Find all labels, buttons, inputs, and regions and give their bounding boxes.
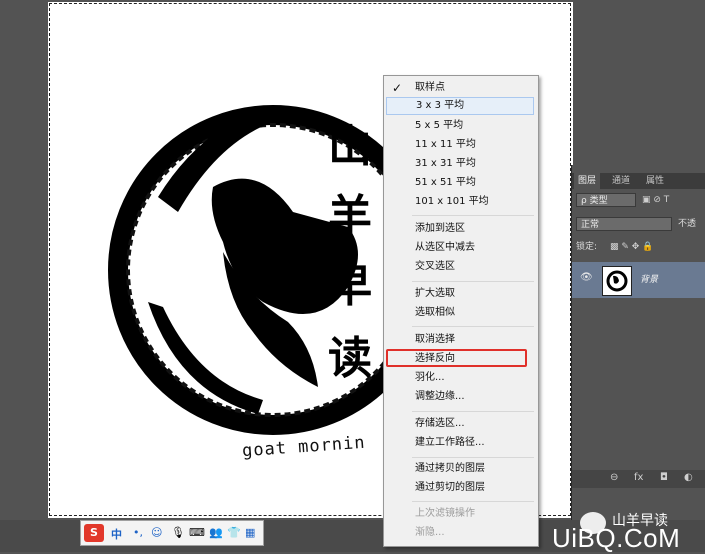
menu-item-refine-edge[interactable]: 调整边缘...: [386, 388, 534, 406]
menu-separator: [412, 457, 534, 458]
menu-separator: [412, 326, 534, 327]
ime-mode-cn[interactable]: 中: [111, 526, 122, 542]
blend-mode-select[interactable]: 正常: [576, 217, 672, 231]
lock-label: 锁定:: [576, 242, 598, 252]
punctuation-icon[interactable]: •,: [133, 526, 143, 539]
menu-item-3x3[interactable]: 3 x 3 平均: [386, 97, 534, 115]
panel-footer: ⊖ fx ◘ ◐: [572, 470, 705, 488]
menu-item-subtract-from-selection[interactable]: 从选区中减去: [386, 239, 534, 257]
menu-item-layer-via-copy[interactable]: 通过拷贝的图层: [386, 460, 534, 478]
menu-separator: [412, 411, 534, 412]
sogou-logo-icon[interactable]: S: [84, 524, 104, 542]
menu-separator: [412, 281, 534, 282]
keyboard-icon[interactable]: ⌨: [189, 526, 205, 539]
menu-item-intersect-selection[interactable]: 交叉选区: [386, 258, 534, 276]
fx-icon[interactable]: fx: [634, 472, 643, 483]
toolbox-icon[interactable]: ▦: [245, 526, 255, 539]
menu-item-last-filter: 上次滤镜操作: [415, 508, 475, 519]
tab-layers[interactable]: 图层: [574, 173, 601, 189]
menu-item-deselect[interactable]: 取消选择: [386, 331, 534, 349]
opacity-label: 不透: [678, 219, 697, 229]
mask-icon[interactable]: ◘: [660, 472, 668, 483]
menu-separator: [412, 215, 534, 216]
menu-item-save-selection[interactable]: 存储选区...: [386, 415, 534, 433]
users-icon[interactable]: 👥: [209, 526, 223, 539]
context-menu: ✓ 取样点 3 x 3 平均 5 x 5 平均 11 x 11 平均 31 x …: [383, 75, 539, 547]
menu-item-fade: 渐隐...: [415, 527, 445, 538]
menu-separator: [412, 501, 534, 502]
filter-icons[interactable]: ▣ ⊘ T: [642, 192, 669, 208]
tab-properties[interactable]: 属性: [642, 173, 668, 189]
skin-icon[interactable]: 👕: [227, 526, 241, 539]
microphone-icon[interactable]: 🎙: [171, 526, 185, 539]
menu-item-add-to-selection[interactable]: 添加到选区: [386, 220, 534, 238]
watermark-site: UiBQ.CoM: [552, 523, 681, 553]
menu-item-feather[interactable]: 羽化...: [386, 369, 534, 387]
emoji-icon[interactable]: ☺: [151, 526, 162, 539]
menu-item-11x11[interactable]: 11 x 11 平均: [386, 136, 534, 154]
link-icon[interactable]: ⊖: [610, 472, 618, 483]
menu-item-sample-point[interactable]: ✓ 取样点: [386, 79, 534, 97]
menu-item-31x31[interactable]: 31 x 31 平均: [386, 155, 534, 173]
menu-item-similar[interactable]: 选取相似: [386, 304, 534, 322]
layer-filter-select[interactable]: ρ 类型: [576, 193, 636, 207]
menu-item-5x5[interactable]: 5 x 5 平均: [386, 117, 534, 135]
layer-row-background[interactable]: 👁 背景: [572, 262, 705, 298]
layers-panel: 图层 通道 属性 ρ 类型 ▣ ⊘ T 正常 不透 锁定: ▩ ✎ ✥ 🔒 👁 …: [571, 165, 705, 520]
menu-item-layer-via-cut[interactable]: 通过剪切的图层: [386, 479, 534, 497]
layer-name[interactable]: 背景: [640, 272, 658, 285]
checkmark-icon: ✓: [392, 81, 403, 95]
adjustment-icon[interactable]: ◐: [684, 472, 693, 483]
menu-item-grow[interactable]: 扩大选取: [386, 285, 534, 303]
lock-icons[interactable]: ▩ ✎ ✥ 🔒: [610, 239, 653, 255]
layer-thumbnail: [602, 266, 632, 296]
ime-toolbar: S 中 •, ☺ 🎙 ⌨ 👥 👕 ▦: [80, 520, 264, 546]
eye-icon[interactable]: 👁: [580, 272, 593, 283]
highlight-annotation: [386, 349, 527, 367]
menu-item-51x51[interactable]: 51 x 51 平均: [386, 174, 534, 192]
menu-item-make-work-path[interactable]: 建立工作路径...: [386, 434, 534, 452]
panel-tabs: 图层 通道 属性: [572, 173, 705, 189]
tab-channels[interactable]: 通道: [608, 173, 634, 189]
menu-item-101x101[interactable]: 101 x 101 平均: [386, 193, 534, 211]
